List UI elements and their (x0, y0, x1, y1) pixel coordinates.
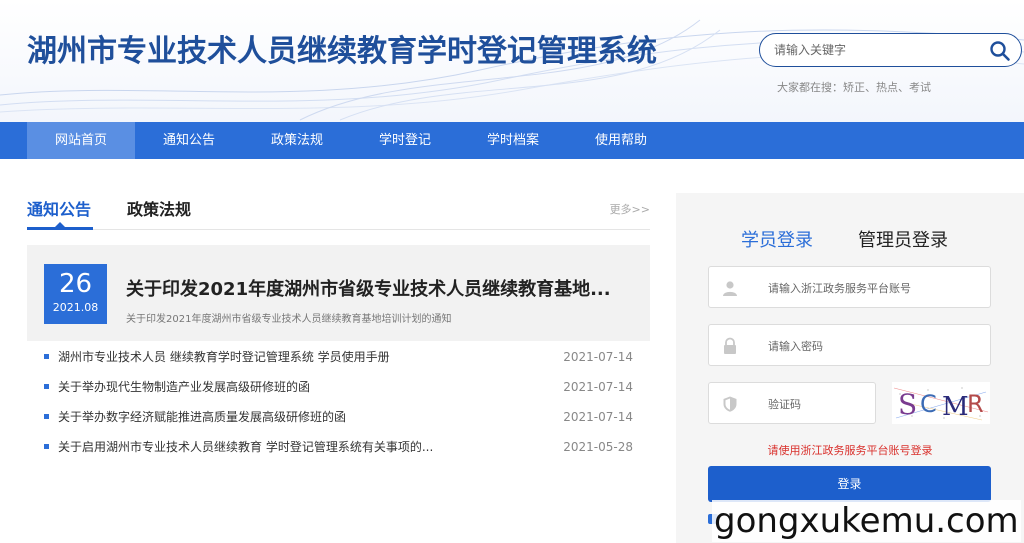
featured-date-year-month: 2021.08 (52, 301, 99, 314)
search-icon[interactable] (989, 40, 1011, 62)
login-hint: 请使用浙江政务服务平台账号登录 (767, 444, 933, 457)
account-input[interactable] (768, 278, 968, 298)
more-link[interactable]: 更多>> (610, 201, 650, 217)
user-icon (723, 281, 737, 296)
lock-icon (724, 337, 736, 354)
nav-item-help[interactable]: 使用帮助 (567, 122, 675, 159)
list-item[interactable]: 关于举办数字经济赋能推进高质量发展高级研修班的函 2021-07-14 (27, 405, 650, 435)
login-panel: 学员登录 管理员登录 S C M (676, 193, 1024, 543)
news-tabs: 通知公告 政策法规 更多>> (27, 196, 650, 230)
tab-policies[interactable]: 政策法规 (127, 196, 191, 220)
nav-item-policies[interactable]: 政策法规 (243, 122, 351, 159)
captcha-char: S (898, 388, 917, 421)
tab-caret-icon (55, 222, 65, 227)
main-nav: 网站首页 通知公告 政策法规 学时登记 学时档案 使用帮助 (0, 122, 1024, 159)
news-item-date: 2021-07-14 (563, 380, 633, 394)
featured-date-day: 26 (58, 269, 93, 299)
list-item[interactable]: 关于启用湖州市专业技术人员继续教育 学时登记管理系统有关事项的... 2021-… (27, 435, 650, 465)
tab-admin-login[interactable]: 管理员登录 (858, 226, 948, 252)
tab-student-login[interactable]: 学员登录 (741, 226, 813, 252)
nav-item-hours-records[interactable]: 学时档案 (459, 122, 567, 159)
account-field[interactable] (708, 266, 991, 308)
search-box[interactable] (759, 33, 1022, 67)
hot-search-text: 大家都在搜：矫正、热点、考试 (777, 81, 931, 94)
bullet-icon (44, 444, 49, 449)
news-item-date: 2021-05-28 (563, 440, 633, 454)
password-field[interactable] (708, 324, 991, 366)
captcha-char: C (920, 390, 937, 418)
news-item-title[interactable]: 关于举办数字经济赋能推进高质量发展高级研修班的函 (58, 405, 346, 429)
captcha-image[interactable]: S C M R (892, 382, 990, 424)
shield-icon (723, 396, 737, 412)
tab-notices[interactable]: 通知公告 (27, 196, 91, 220)
news-item-date: 2021-07-14 (563, 410, 633, 424)
captcha-char: R (967, 390, 984, 418)
featured-date-badge: 26 2021.08 (44, 264, 107, 324)
news-item-title[interactable]: 关于举办现代生物制造产业发展高级研修班的函 (58, 375, 310, 399)
site-title: 湖州市专业技术人员继续教育学时登记管理系统 (27, 34, 657, 69)
nav-item-home[interactable]: 网站首页 (27, 122, 135, 159)
bullet-icon (44, 384, 49, 389)
featured-subtitle: 关于印发2021年度湖州市省级专业技术人员继续教育基地培训计划的通知 (126, 314, 452, 325)
list-item[interactable]: 湖州市专业技术人员 继续教育学时登记管理系统 学员使用手册 2021-07-14 (27, 345, 650, 375)
news-item-title[interactable]: 湖州市专业技术人员 继续教育学时登记管理系统 学员使用手册 (58, 345, 390, 369)
featured-news[interactable]: 26 2021.08 关于印发2021年度湖州市省级专业技术人员继续教育基地..… (27, 245, 650, 341)
search-input[interactable] (774, 40, 974, 60)
watermark-text: gongxukemu.com (712, 500, 1021, 542)
bullet-icon (44, 414, 49, 419)
news-item-title[interactable]: 关于启用湖州市专业技术人员继续教育 学时登记管理系统有关事项的... (58, 435, 433, 459)
nav-item-hours-registration[interactable]: 学时登记 (351, 122, 459, 159)
featured-title[interactable]: 关于印发2021年度湖州市省级专业技术人员继续教育基地... (126, 275, 611, 301)
list-item[interactable]: 关于举办现代生物制造产业发展高级研修班的函 2021-07-14 (27, 375, 650, 405)
captcha-char: M (942, 392, 969, 422)
site-header: 湖州市专业技术人员继续教育学时登记管理系统 大家都在搜：矫正、热点、考试 (0, 0, 1024, 122)
tab-active-underline (27, 227, 93, 230)
login-button[interactable]: 登录 (708, 466, 991, 502)
news-list: 湖州市专业技术人员 继续教育学时登记管理系统 学员使用手册 2021-07-14… (27, 345, 650, 465)
captcha-field[interactable] (708, 382, 968, 424)
news-item-date: 2021-07-14 (563, 350, 633, 364)
nav-item-notices[interactable]: 通知公告 (135, 122, 243, 159)
password-input[interactable] (768, 336, 968, 356)
bullet-icon (44, 354, 49, 359)
